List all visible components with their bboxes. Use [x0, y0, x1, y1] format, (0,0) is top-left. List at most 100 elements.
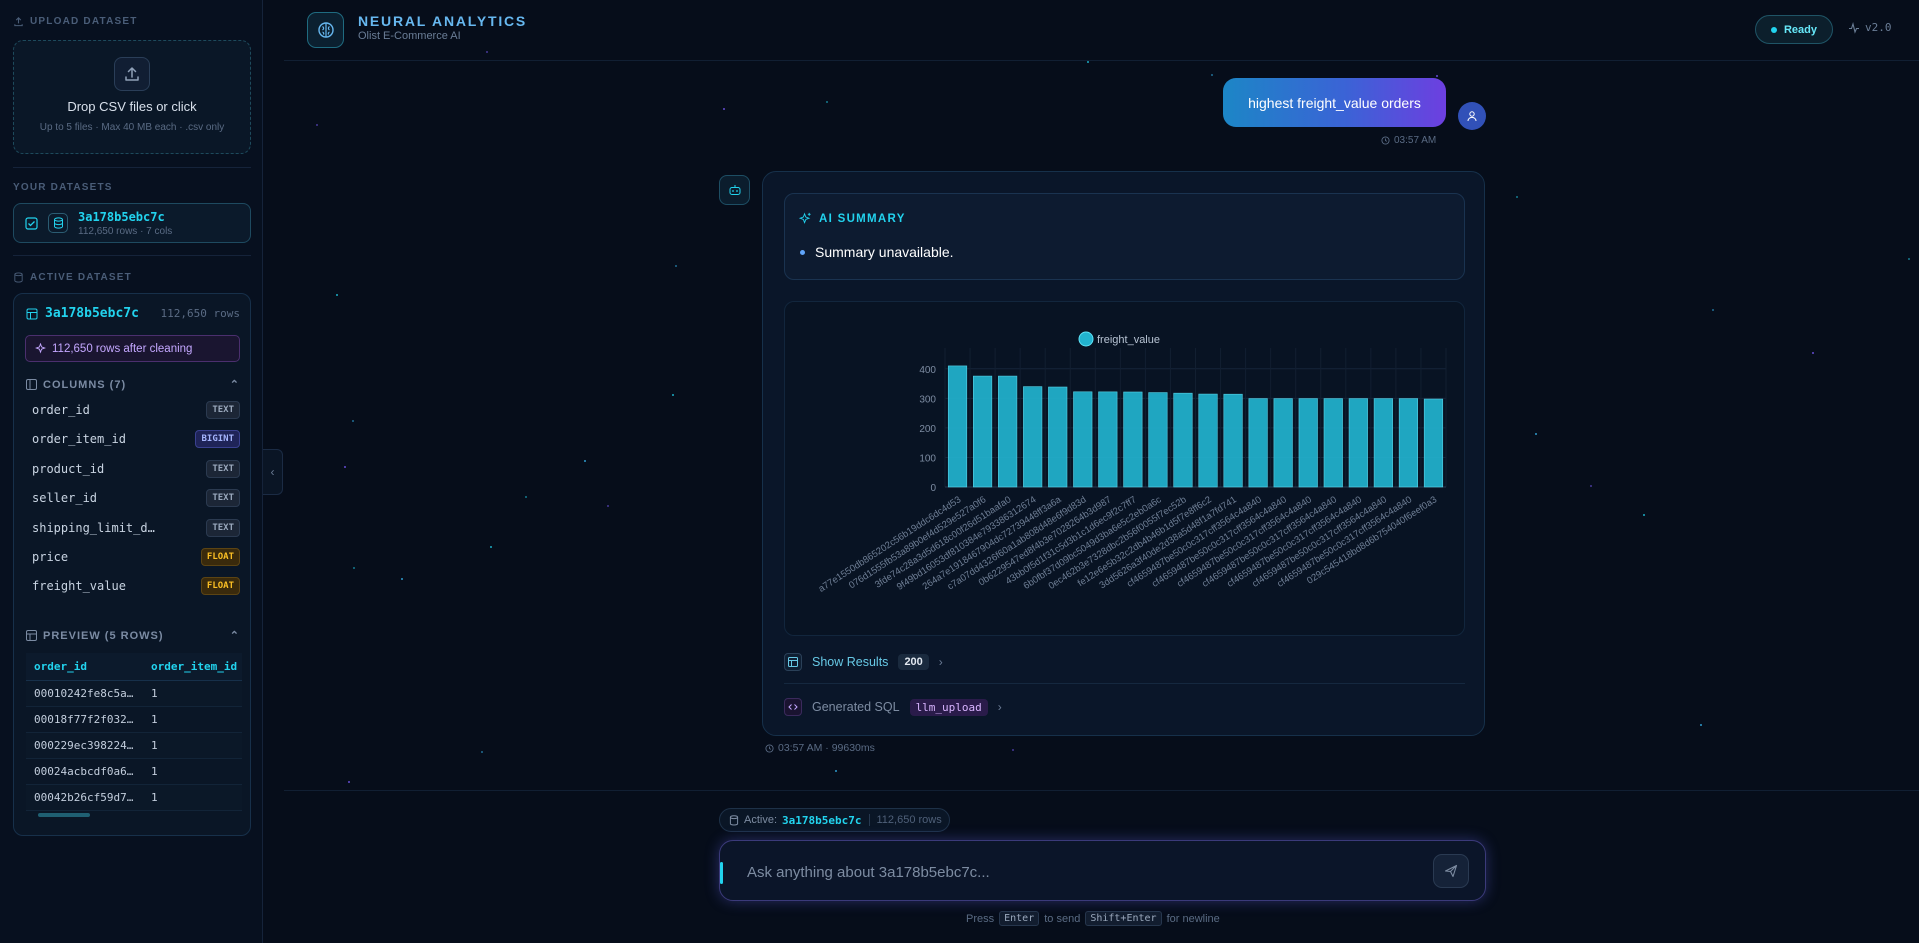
- y-tick-label: 0: [930, 483, 936, 494]
- table-row: 00018f77f2f032… 1: [26, 707, 242, 733]
- dataset-name: 3a178b5ebc7c: [78, 209, 165, 224]
- generated-sql-label[interactable]: Generated SQL: [812, 700, 900, 714]
- particle: [348, 781, 350, 783]
- active-dataset-chip-name: 3a178b5ebc7c: [782, 813, 862, 827]
- preview-header[interactable]: PREVIEW (5 ROWS) ⌃: [26, 629, 240, 642]
- chevron-left-icon: ‹: [270, 465, 275, 479]
- clock-icon: [1381, 136, 1390, 145]
- particle: [336, 294, 338, 296]
- top-bar: NEURAL ANALYTICS Olist E-Commerce AI Rea…: [284, 0, 1919, 61]
- chart-bar: [1373, 398, 1393, 488]
- chevron-right-icon[interactable]: ›: [998, 700, 1002, 714]
- table-cell: 1: [151, 739, 158, 752]
- database-icon: [48, 213, 68, 233]
- table-cell: 1: [151, 791, 158, 804]
- particle: [1516, 196, 1518, 198]
- send-icon: [1444, 864, 1458, 878]
- column-item[interactable]: product_id TEXT: [32, 458, 240, 480]
- table-row: 00010242fe8c5a… 1: [26, 681, 242, 707]
- column-name: order_id: [32, 403, 90, 417]
- horizontal-scrollbar[interactable]: [30, 812, 240, 818]
- assistant-response-card: AI SUMMARY Summary unavailable. 0 100 200 3…: [762, 171, 1485, 736]
- show-results-label[interactable]: Show Results: [812, 655, 888, 669]
- active-dataset-chip: Active: 3a178b5ebc7c 112,650 rows: [719, 808, 950, 832]
- generated-sql-toggle[interactable]: Generated SQL llm_upload ›: [784, 698, 1002, 716]
- scrollbar-thumb[interactable]: [38, 813, 90, 817]
- bot-avatar-icon: [719, 175, 750, 205]
- column-item[interactable]: shipping_limit_d… TEXT: [32, 517, 240, 539]
- particle: [352, 420, 354, 422]
- csv-dropzone[interactable]: Drop CSV files or click Up to 5 files · …: [13, 40, 251, 154]
- chevron-right-icon[interactable]: ›: [939, 655, 943, 669]
- particle: [1700, 724, 1702, 726]
- divider: [13, 255, 251, 256]
- show-results-toggle[interactable]: Show Results 200 ›: [784, 653, 943, 671]
- brain-logo-icon: [307, 12, 344, 48]
- particle: [835, 770, 837, 772]
- chart-bar: [1123, 391, 1143, 488]
- table-icon: [784, 653, 802, 671]
- chart-bar: [1198, 393, 1218, 488]
- chevron-up-icon[interactable]: ⌃: [230, 629, 240, 642]
- table-cell: 1: [151, 713, 158, 726]
- particle: [723, 108, 725, 110]
- chevron-up-icon[interactable]: ⌃: [230, 378, 240, 391]
- particle: [1012, 749, 1014, 751]
- legend-swatch: [1078, 331, 1094, 347]
- column-item[interactable]: order_item_id BIGINT: [32, 428, 240, 450]
- table-row: 00042b26cf59d7… 1: [26, 785, 242, 811]
- sql-source-badge: llm_upload: [909, 698, 988, 716]
- particle: [401, 578, 403, 580]
- table-cell: 000229ec398224…: [34, 739, 134, 752]
- table-row: 000229ec398224… 1: [26, 733, 242, 759]
- table-cell: 00042b26cf59d7…: [34, 791, 134, 804]
- column-item[interactable]: seller_id TEXT: [32, 487, 240, 509]
- bar-chart: 0 100 200 300 400 a77e1550db865202c56b19ddc6d…: [784, 301, 1465, 636]
- checkbox-checked-icon[interactable]: [25, 216, 38, 230]
- column-item[interactable]: order_id TEXT: [32, 399, 240, 421]
- send-button[interactable]: [1433, 854, 1469, 888]
- chart-bar: [947, 365, 968, 488]
- dataset-meta: 112,650 rows · 7 cols: [78, 225, 173, 237]
- chart-bar: [1323, 398, 1343, 488]
- app-subtitle: Olist E-Commerce AI: [358, 30, 461, 42]
- dataset-item[interactable]: 3a178b5ebc7c 112,650 rows · 7 cols: [13, 203, 251, 243]
- ai-summary-title: AI SUMMARY: [799, 212, 906, 225]
- columns-header[interactable]: COLUMNS (7) ⌃: [26, 378, 240, 391]
- y-tick-label: 300: [919, 394, 936, 405]
- particle: [1812, 352, 1814, 354]
- column-name: shipping_limit_d…: [32, 520, 155, 535]
- keyboard-hint: Press Enter to send Shift+Enter for newl…: [966, 911, 1220, 926]
- column-name: seller_id: [32, 491, 98, 506]
- chat-input[interactable]: [747, 859, 1407, 885]
- chart-canvas: 0100200300400a77e1550db865202c56b19ddc6d…: [817, 331, 1447, 595]
- particle: [607, 505, 609, 507]
- chart-bar: [1398, 398, 1418, 488]
- column-type-badge: TEXT: [206, 518, 240, 537]
- particle: [1436, 75, 1438, 77]
- sidebar: UPLOAD DATASET Drop CSV files or click U…: [0, 0, 263, 943]
- active-dataset-rows: 112,650 rows: [160, 307, 240, 320]
- column-item[interactable]: price FLOAT: [32, 546, 240, 568]
- y-tick-label: 200: [919, 424, 936, 435]
- chart-bar: [1423, 398, 1444, 488]
- table-cell: 00018f77f2f032…: [34, 713, 134, 726]
- response-meta: 03:57 AM · 99630ms: [765, 742, 875, 754]
- chat-input-container: [719, 840, 1486, 901]
- column-header[interactable]: order_id: [26, 660, 147, 673]
- chart-bar: [1098, 391, 1118, 488]
- column-type-badge: TEXT: [206, 459, 240, 478]
- particle: [1908, 258, 1910, 260]
- ai-summary-panel: AI SUMMARY Summary unavailable.: [784, 193, 1465, 280]
- preview-table: order_id order_item_id 00010242fe8c5a… 1 0…: [26, 653, 242, 825]
- version-label: v2.0: [1848, 21, 1892, 34]
- shift-enter-key: Shift+Enter: [1085, 911, 1162, 926]
- column-item[interactable]: freight_value FLOAT: [32, 575, 240, 597]
- sparkles-icon: [799, 212, 811, 224]
- column-type-badge: TEXT: [206, 489, 240, 508]
- table-icon: [26, 630, 37, 641]
- active-dataset-label: ACTIVE DATASET: [13, 272, 132, 283]
- clock-icon: [765, 743, 774, 753]
- column-header[interactable]: order_item_id: [147, 660, 242, 673]
- collapse-sidebar-button[interactable]: ‹: [263, 449, 283, 495]
